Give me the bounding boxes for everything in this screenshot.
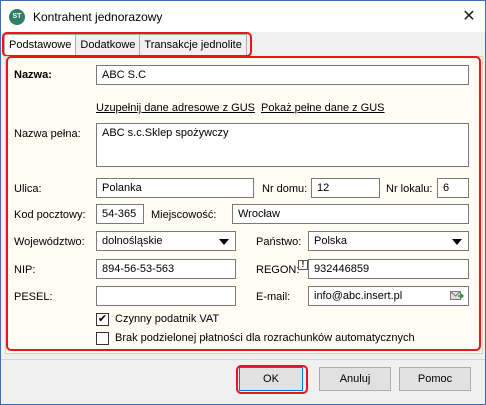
- panstwo-value: Polska: [314, 235, 348, 247]
- ulica-label: Ulica:: [14, 183, 42, 195]
- footer-divider: [1, 359, 485, 360]
- split-payment-checkbox[interactable]: [96, 332, 109, 345]
- panstwo-label: Państwo:: [256, 236, 302, 248]
- app-logo-icon: ST: [9, 9, 25, 25]
- nazwa-field[interactable]: ABC S.C: [96, 65, 469, 85]
- kod-pocztowy-label: Kod pocztowy:: [14, 209, 86, 221]
- warning-icon: !: [298, 260, 308, 270]
- window-title: Kontrahent jednorazowy: [33, 10, 163, 24]
- tab-bar: Podstawowe Dodatkowe Transakcje jednolit…: [4, 34, 247, 56]
- tab-dodatkowe[interactable]: Dodatkowe: [75, 34, 141, 55]
- wojewodztwo-label: Województwo:: [14, 236, 85, 248]
- regon-label: REGON:: [256, 264, 300, 276]
- form-panel: Nazwa: ABC S.C Uzupełnij dane adresowe z…: [5, 56, 483, 354]
- wojewodztwo-value: dolnośląskie: [102, 235, 163, 247]
- miejscowosc-label: Miejscowość:: [151, 209, 217, 221]
- nip-field[interactable]: 894-56-53-563: [96, 259, 236, 279]
- dialog-window: ST Kontrahent jednorazowy ✕ Podstawowe D…: [0, 0, 486, 405]
- chevron-down-icon: [452, 239, 462, 245]
- nr-domu-field[interactable]: 12: [311, 178, 380, 198]
- email-field[interactable]: info@abc.insert.pl: [308, 286, 469, 306]
- nazwa-label: Nazwa:: [14, 69, 52, 81]
- ok-button[interactable]: OK: [239, 367, 303, 391]
- nr-lokalu-label: Nr lokalu:: [386, 183, 433, 195]
- fill-from-gus-link[interactable]: Uzupełnij dane adresowe z GUS: [96, 102, 255, 114]
- nazwa-pelna-field[interactable]: ABC s.c.Sklep spożywczy: [96, 123, 469, 167]
- email-label: E-mail:: [256, 291, 291, 303]
- ulica-field[interactable]: Polanka: [96, 178, 254, 198]
- close-icon[interactable]: ✕: [459, 7, 479, 27]
- chevron-down-icon: [219, 239, 229, 245]
- title-bar[interactable]: ST Kontrahent jednorazowy ✕: [1, 1, 485, 32]
- vat-checkbox[interactable]: ✔: [96, 313, 109, 326]
- tab-podstawowe[interactable]: Podstawowe: [4, 34, 77, 56]
- nip-label: NIP:: [14, 264, 36, 276]
- nr-lokalu-field[interactable]: 6: [437, 178, 469, 198]
- panstwo-select[interactable]: Polska: [308, 231, 469, 251]
- pesel-field[interactable]: [96, 286, 236, 306]
- split-payment-label: Brak podzielonej płatności dla rozrachun…: [115, 332, 415, 344]
- nazwa-pelna-label: Nazwa pełna:: [14, 128, 81, 140]
- cancel-button[interactable]: Anuluj: [319, 367, 391, 391]
- pesel-label: PESEL:: [14, 291, 53, 303]
- show-gus-data-link[interactable]: Pokaż pełne dane z GUS: [261, 102, 385, 114]
- email-value: info@abc.insert.pl: [314, 290, 403, 302]
- miejscowosc-field[interactable]: Wrocław: [232, 204, 469, 224]
- regon-field[interactable]: 932446859: [308, 259, 469, 279]
- vat-label: Czynny podatnik VAT: [115, 313, 220, 325]
- nr-domu-label: Nr domu:: [262, 183, 308, 195]
- send-email-icon[interactable]: [450, 290, 464, 302]
- help-button[interactable]: Pomoc: [399, 367, 471, 391]
- wojewodztwo-select[interactable]: dolnośląskie: [96, 231, 236, 251]
- tab-transakcje-jednolite[interactable]: Transakcje jednolite: [139, 34, 247, 55]
- kod-pocztowy-field[interactable]: 54-365: [96, 204, 144, 224]
